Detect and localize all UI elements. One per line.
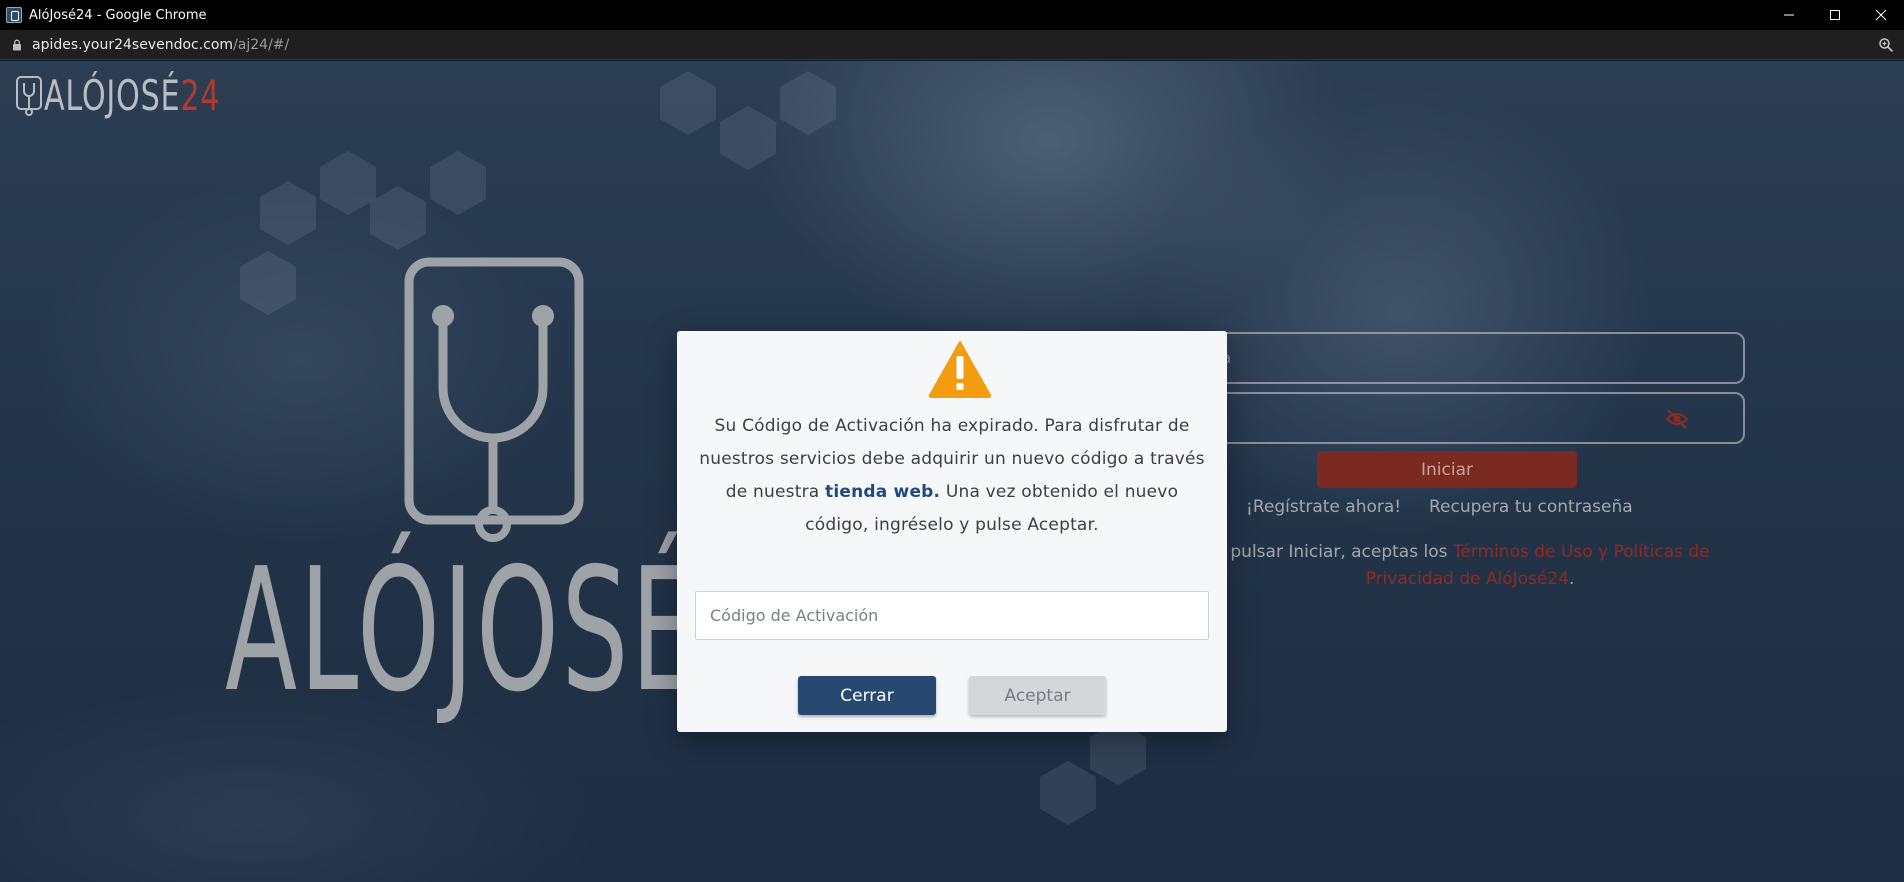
warning-icon bbox=[928, 341, 992, 398]
window-titlebar: AlóJosé24 - Google Chrome bbox=[0, 0, 1904, 30]
lock-icon bbox=[13, 39, 21, 50]
maximize-icon bbox=[1830, 10, 1840, 20]
stethoscope-logo-icon bbox=[16, 76, 42, 116]
window-title: AlóJosé24 - Google Chrome bbox=[29, 7, 207, 23]
activation-code-input[interactable] bbox=[695, 591, 1209, 640]
eye-slash-icon[interactable] bbox=[1665, 408, 1689, 430]
activation-expired-dialog: Su Código de Activación ha expirado. Par… bbox=[677, 331, 1227, 732]
brand-logo-word: ALÓJOSÉ bbox=[44, 71, 181, 120]
close-button[interactable]: Cerrar bbox=[798, 676, 936, 715]
login-button[interactable]: Iniciar bbox=[1317, 451, 1577, 488]
page-background: ALÓJOSÉ24 ALÓJOSÉ24 a Iniciar ¡Regístrat… bbox=[0, 61, 1904, 882]
dialog-message: Su Código de Activación ha expirado. Par… bbox=[695, 410, 1209, 542]
terms-suffix: . bbox=[1568, 569, 1575, 589]
accept-button[interactable]: Aceptar bbox=[969, 676, 1106, 715]
terms-prefix: pulsar Iniciar, aceptas los bbox=[1230, 542, 1453, 562]
close-icon bbox=[1875, 9, 1887, 21]
brand-logo-large: ALÓJOSÉ24 bbox=[225, 256, 837, 736]
register-link[interactable]: ¡Regístrate ahora! bbox=[1246, 497, 1401, 517]
site-favicon-icon bbox=[6, 7, 22, 23]
web-store-link[interactable]: tienda web. bbox=[825, 482, 940, 502]
window-controls bbox=[1766, 0, 1904, 30]
terms-link[interactable]: Términos de Uso y Políticas de bbox=[1453, 542, 1710, 562]
url-host[interactable]: apides.your24sevendoc.com bbox=[32, 37, 233, 53]
minimize-button[interactable] bbox=[1766, 0, 1812, 30]
maximize-button[interactable] bbox=[1812, 0, 1858, 30]
terms-text: pulsar Iniciar, aceptas los Términos de … bbox=[1200, 539, 1740, 593]
stethoscope-large-icon bbox=[404, 257, 584, 542]
privacy-link[interactable]: Privacidad de AlóJosé24 bbox=[1366, 569, 1569, 589]
minimize-icon bbox=[1784, 14, 1794, 16]
zoom-icon[interactable] bbox=[1878, 37, 1894, 53]
brand-logo-number: 24 bbox=[180, 71, 221, 120]
brand-logo-text: ALÓJOSÉ24 bbox=[44, 75, 220, 117]
brand-logo-large-word: ALÓJOSÉ bbox=[225, 532, 700, 730]
brand-logo-small[interactable]: ALÓJOSÉ24 bbox=[14, 75, 289, 117]
recover-password-link[interactable]: Recupera tu contraseña bbox=[1429, 497, 1633, 517]
close-window-button[interactable] bbox=[1858, 0, 1904, 30]
url-path[interactable]: /aj24/#/ bbox=[233, 37, 289, 53]
address-bar[interactable]: apides.your24sevendoc.com/aj24/#/ bbox=[0, 30, 1904, 60]
